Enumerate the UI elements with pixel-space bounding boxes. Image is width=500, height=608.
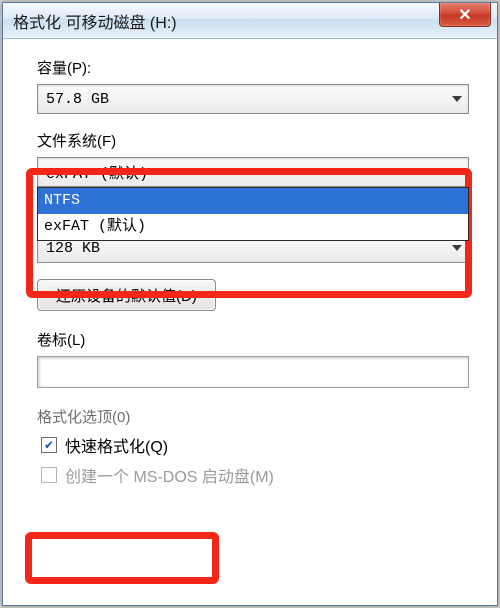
filesystem-option-exfat[interactable]: exFAT (默认) [38,214,468,240]
volume-label: 卷标(L) [37,329,469,350]
format-dialog: 格式化 可移动磁盘 (H:) ✕ 容量(P): 57.8 GB 文件系统(F) … [2,2,498,606]
quick-format-checkbox[interactable]: ✔ [41,437,57,453]
filesystem-label: 文件系统(F) [37,130,469,151]
chevron-down-icon [452,96,462,102]
filesystem-option-ntfs[interactable]: NTFS [38,188,468,214]
volume-input[interactable] [37,356,469,388]
filesystem-value: exFAT (默认) [46,162,148,183]
chevron-down-icon [452,245,462,251]
msdos-boot-label: 创建一个 MS-DOS 启动盘(M) [65,463,274,487]
filesystem-combo[interactable]: exFAT (默认) [37,157,469,187]
quick-format-row[interactable]: ✔ 快速格式化(Q) [37,433,469,457]
titlebar: 格式化 可移动磁盘 (H:) ✕ [3,3,497,39]
filesystem-group: exFAT (默认) NTFS exFAT (默认) [37,157,469,187]
filesystem-dropdown: NTFS exFAT (默认) [37,187,469,241]
quick-format-label: 快速格式化(Q) [65,433,168,457]
format-options-label: 格式化选顶(0) [37,406,469,427]
capacity-combo[interactable]: 57.8 GB [37,84,469,114]
close-button[interactable]: ✕ [439,3,491,27]
msdos-boot-row: ✔ 创建一个 MS-DOS 启动盘(M) [37,463,469,487]
msdos-boot-checkbox: ✔ [41,467,57,483]
restore-defaults-button[interactable]: 还原设备的默认值(D) [37,279,216,311]
allocation-value: 128 KB [46,240,100,257]
capacity-value: 57.8 GB [46,91,109,108]
client-area: 容量(P): 57.8 GB 文件系统(F) exFAT (默认) NTFS e… [3,39,497,503]
capacity-label: 容量(P): [37,57,469,78]
window-title: 格式化 可移动磁盘 (H:) [13,9,177,33]
chevron-down-icon [452,169,462,175]
close-icon: ✕ [458,5,471,25]
restore-defaults-label: 还原设备的默认值(D) [56,285,197,306]
